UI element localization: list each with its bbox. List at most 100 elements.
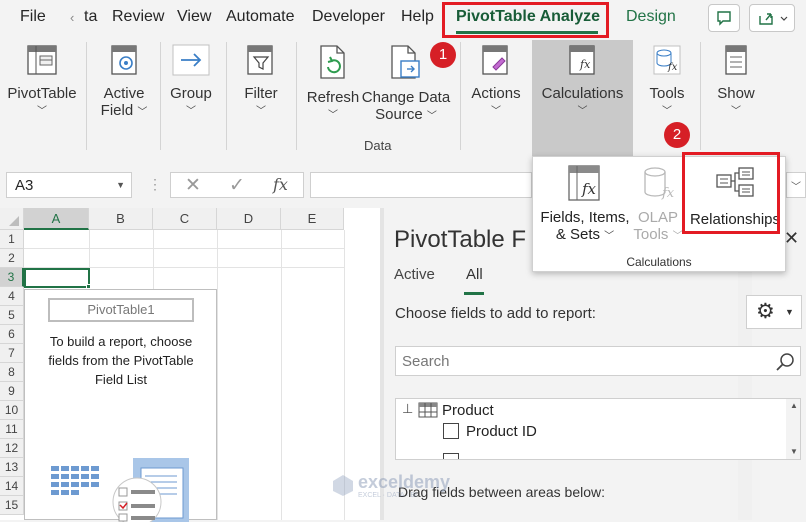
tools-button[interactable]: fx Tools ﹀ <box>640 40 694 117</box>
selected-cell-a3[interactable] <box>24 268 90 288</box>
choose-fields-label: Choose fields to add to report: <box>395 305 596 322</box>
refresh-button[interactable]: Refresh ﹀ <box>304 40 362 121</box>
pivottable-placeholder-graphic <box>51 458 189 522</box>
field-list-settings-button[interactable]: ⚙ ▼ <box>746 295 802 329</box>
svg-text:fx: fx <box>581 180 597 198</box>
field-search-input[interactable]: Search <box>395 346 801 376</box>
search-placeholder: Search <box>402 353 450 370</box>
select-all-icon <box>8 216 19 226</box>
row-header[interactable]: 12 <box>0 439 24 458</box>
group-button[interactable]: Group ﹀ <box>164 40 218 117</box>
fields-items-sets-button[interactable]: fx Fields, Items, & Sets ﹀ <box>537 161 633 253</box>
name-box[interactable]: A3 ▼ <box>6 172 132 198</box>
scroll-up-icon[interactable]: ▲ <box>790 401 798 410</box>
row-header[interactable]: 3 <box>0 268 24 287</box>
change-data-label-1: Change Data <box>361 89 451 106</box>
change-data-label-2: Source <box>375 106 423 123</box>
olap-label-1: OLAP <box>637 209 679 226</box>
tools-icon: fx <box>653 45 681 75</box>
row-header[interactable]: 6 <box>0 325 24 344</box>
ribbon-divider <box>700 42 701 150</box>
svg-text:fx: fx <box>579 58 591 71</box>
row-header[interactable]: 1 <box>0 230 24 249</box>
search-icon <box>776 353 794 371</box>
product-id-checkbox[interactable] <box>443 423 459 439</box>
row-header[interactable]: 10 <box>0 401 24 420</box>
select-all-corner[interactable] <box>0 208 24 230</box>
field-product-id[interactable]: Product ID <box>466 423 537 440</box>
pivottable-label: PivotTable <box>7 85 77 102</box>
field-checkbox[interactable] <box>443 453 459 459</box>
filter-button[interactable]: Filter ﹀ <box>236 40 286 117</box>
tab-review[interactable]: Review <box>112 8 164 26</box>
share-button[interactable] <box>749 4 795 32</box>
column-header-e[interactable]: E <box>281 208 344 230</box>
step-badge-1: 1 <box>430 42 456 68</box>
tab-view[interactable]: View <box>177 8 211 26</box>
row-header[interactable]: 5 <box>0 306 24 325</box>
tab-developer[interactable]: Developer <box>312 8 385 26</box>
pivottable-instructions: To build a report, choose fields from th… <box>48 334 194 387</box>
pivottable-button[interactable]: PivotTable ﹀ <box>4 40 80 117</box>
formula-expand-button[interactable]: ﹀ <box>786 172 806 198</box>
chevron-down-icon: ▼ <box>116 180 125 190</box>
chevron-down-icon: ﹀ <box>328 110 338 121</box>
fields-items-label-2: & Sets <box>555 226 600 243</box>
field-list: ⊥ Product Product ID ▲ ▼ <box>395 398 801 460</box>
row-header[interactable]: 2 <box>0 249 24 268</box>
olap-tools-button[interactable]: fx OLAP Tools ﹀ <box>629 161 687 253</box>
fields-items-label-1: Fields, Items, <box>540 209 630 226</box>
cancel-icon[interactable]: ✕ <box>185 174 201 197</box>
scroll-down-icon[interactable]: ▼ <box>790 447 798 456</box>
formula-input[interactable] <box>310 172 532 198</box>
close-pane-icon[interactable]: ✕ <box>784 228 799 249</box>
name-box-value: A3 <box>15 177 34 194</box>
column-header-a[interactable]: A <box>24 208 89 230</box>
row-header[interactable]: 14 <box>0 477 24 496</box>
group-label: Group <box>170 85 212 102</box>
pivottable-placeholder[interactable]: PivotTable1 To build a report, choose fi… <box>24 289 217 522</box>
gear-icon: ⚙ <box>756 300 775 323</box>
chevron-down-icon: ﹀ <box>186 106 196 117</box>
tab-automate[interactable]: Automate <box>226 8 294 26</box>
tab-file[interactable]: File <box>20 8 46 26</box>
show-label: Show <box>717 85 755 102</box>
collapse-icon[interactable]: ⊥ <box>402 401 413 417</box>
row-header[interactable]: 4 <box>0 287 24 306</box>
tab-all[interactable]: All <box>466 266 483 283</box>
row-header[interactable]: 9 <box>0 382 24 401</box>
tab-design[interactable]: Design <box>626 8 676 26</box>
table-product[interactable]: Product <box>442 402 494 419</box>
grid-line <box>24 248 344 249</box>
calculations-group-label: Calculations <box>626 255 692 269</box>
show-button[interactable]: Show ﹀ <box>708 40 764 117</box>
chevron-down-icon: ﹀ <box>137 107 148 118</box>
tabs-scroll-left-icon[interactable]: ‹ <box>70 10 74 25</box>
enter-check-icon[interactable]: ✓ <box>229 174 245 197</box>
column-header-d[interactable]: D <box>217 208 281 230</box>
row-header[interactable]: 8 <box>0 363 24 382</box>
row-header[interactable]: 7 <box>0 344 24 363</box>
grid-line <box>89 230 90 268</box>
active-field-button[interactable]: Active Field ﹀ <box>94 40 154 119</box>
chevron-down-icon: ﹀ <box>491 106 501 117</box>
row-header[interactable]: 11 <box>0 420 24 439</box>
actions-button[interactable]: Actions ﹀ <box>466 40 526 117</box>
insert-function-icon[interactable]: fx <box>273 175 288 194</box>
row-header[interactable]: 13 <box>0 458 24 477</box>
row-header[interactable]: 15 <box>0 496 24 515</box>
tab-help[interactable]: Help <box>401 8 434 26</box>
actions-icon <box>482 45 508 75</box>
tab-all-indicator <box>464 292 484 295</box>
comments-button[interactable] <box>708 4 740 32</box>
worksheet-grid: A B C D E 1 2 3 4 5 6 7 8 9 10 11 12 13 … <box>0 208 380 522</box>
grid-line <box>217 230 218 520</box>
column-header-b[interactable]: B <box>89 208 153 230</box>
actions-label: Actions <box>471 85 521 102</box>
calculations-icon: fx <box>568 45 595 75</box>
watermark-name: exceldemy <box>358 472 451 492</box>
tab-active[interactable]: Active <box>394 266 435 283</box>
tab-data-partial[interactable]: ta <box>84 8 97 26</box>
column-header-c[interactable]: C <box>153 208 217 230</box>
field-list-scrollbar[interactable]: ▲ ▼ <box>786 399 800 459</box>
